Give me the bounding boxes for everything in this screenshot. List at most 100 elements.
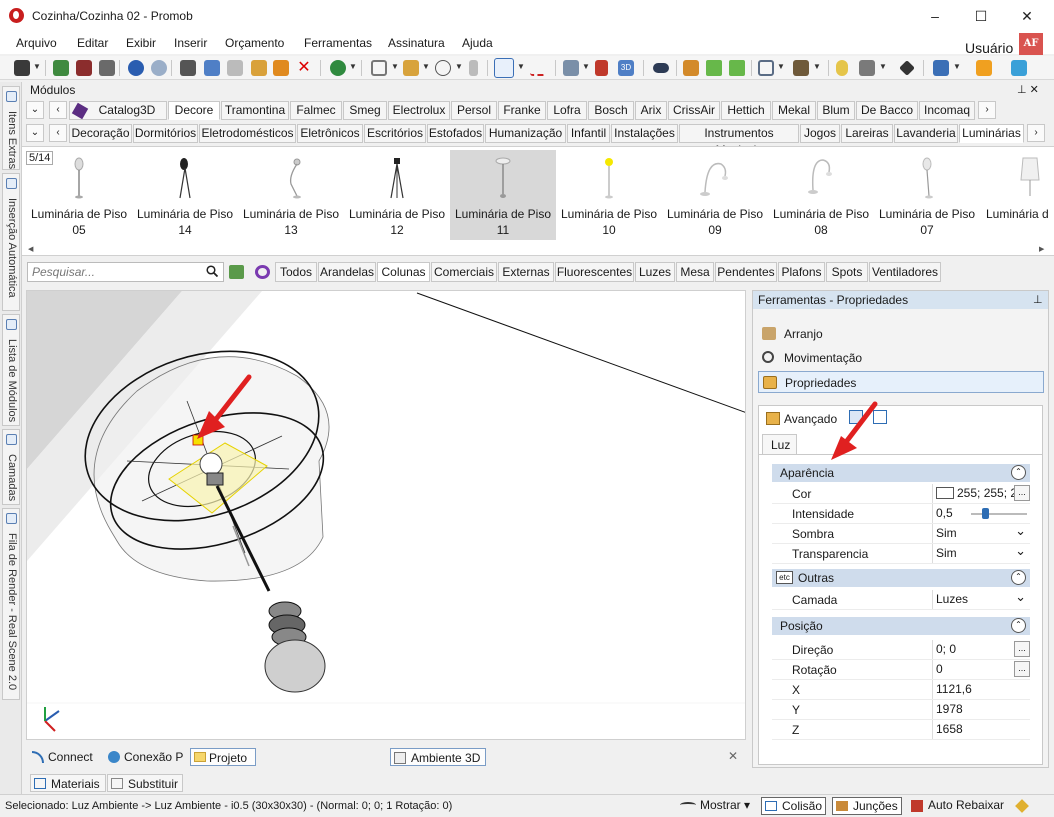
- tab-electrolux[interactable]: Electrolux: [388, 101, 450, 120]
- tab-luminarias[interactable]: Luminárias: [959, 124, 1024, 143]
- chevron-down-icon[interactable]: ▼: [33, 62, 41, 71]
- menu-arquivo[interactable]: Arquivo: [16, 36, 57, 50]
- tab-jogos[interactable]: Jogos: [800, 124, 840, 143]
- tab-projeto[interactable]: Projeto: [190, 748, 256, 766]
- z-value[interactable]: 1658: [932, 720, 1030, 739]
- section-aparencia[interactable]: Aparência ⌃: [772, 464, 1030, 482]
- filter-fluorescentes[interactable]: Fluorescentes: [555, 262, 634, 282]
- filter-externas[interactable]: Externas: [498, 262, 554, 282]
- catalog-item-06[interactable]: Luminária d06: [980, 150, 1054, 240]
- tool-movimentacao[interactable]: Movimentação: [758, 347, 1044, 369]
- chevron-down-icon[interactable]: ▼: [349, 62, 357, 71]
- catalog-item-13[interactable]: Luminária de Piso 13: [238, 150, 344, 240]
- chevron-down-icon[interactable]: ▼: [517, 62, 525, 71]
- chevron-left-icon[interactable]: ‹: [49, 124, 67, 142]
- camada-select[interactable]: Luzes: [932, 587, 1030, 609]
- catalog-item-14[interactable]: Luminária de Piso 14: [132, 150, 238, 240]
- menu-inserir[interactable]: Inserir: [174, 36, 207, 50]
- catalog-item-07[interactable]: Luminária de Piso 07: [874, 150, 980, 240]
- filter-comerciais[interactable]: Comerciais: [431, 262, 497, 282]
- select-cursor-icon[interactable]: [494, 58, 514, 78]
- ellipsis-button[interactable]: ...: [1014, 485, 1030, 501]
- tab-humanizacao[interactable]: Humanização: [485, 124, 566, 143]
- chevron-down-icon[interactable]: ▼: [813, 62, 821, 71]
- section-posicao[interactable]: Posição ⌃: [772, 617, 1030, 635]
- tab-connect[interactable]: Connect: [30, 748, 100, 766]
- menu-assinatura[interactable]: Assinatura: [388, 36, 445, 50]
- box-icon[interactable]: [793, 60, 809, 76]
- tab-blum[interactable]: Blum: [817, 101, 855, 120]
- close-tab-icon[interactable]: ✕: [728, 749, 738, 763]
- tab-crissair[interactable]: CrissAir: [668, 101, 720, 120]
- tab-bosch[interactable]: Bosch: [588, 101, 634, 120]
- lamp-3d-scene[interactable]: [27, 291, 746, 740]
- arrow-right-icon[interactable]: [729, 60, 745, 76]
- minimize-button[interactable]: –: [912, 0, 958, 32]
- layers-icon[interactable]: [563, 60, 579, 76]
- tab-persol[interactable]: Persol: [451, 101, 497, 120]
- y-value[interactable]: 1978: [932, 700, 1030, 719]
- tab-itens-extras[interactable]: Itens Extras: [2, 86, 20, 170]
- section-outras[interactable]: etc Outras ⌃: [772, 569, 1030, 587]
- show-menu-button[interactable]: Mostrar ▾: [680, 797, 750, 815]
- collapse-icon[interactable]: ⌃: [1011, 618, 1026, 633]
- cut-icon[interactable]: [180, 60, 196, 76]
- menu-orcamento[interactable]: Orçamento: [225, 36, 284, 50]
- tool-arranjo[interactable]: Arranjo: [758, 323, 1044, 345]
- tools-icon[interactable]: [1015, 799, 1029, 813]
- paste-icon[interactable]: [227, 60, 243, 76]
- user-label[interactable]: Usuário: [965, 40, 1013, 56]
- filter-mesa[interactable]: Mesa: [676, 262, 714, 282]
- tab-decore[interactable]: Decore: [168, 101, 220, 120]
- chevron-down-icon[interactable]: ⌄: [26, 124, 44, 142]
- pin-icon[interactable]: ⊥: [1033, 291, 1043, 309]
- tab-eletronicos[interactable]: Eletrônicos: [297, 124, 363, 143]
- chevron-down-icon[interactable]: ⌄: [26, 101, 44, 119]
- tab-decoracao[interactable]: Decoração: [69, 124, 132, 143]
- transparencia-select[interactable]: Sim: [932, 541, 1030, 563]
- dimension-icon[interactable]: [595, 60, 608, 76]
- panel-icon[interactable]: [469, 60, 478, 76]
- chat-icon[interactable]: [1011, 60, 1027, 76]
- tab-incomaq[interactable]: Incomaq: [919, 101, 975, 120]
- filter-spots[interactable]: Spots: [826, 262, 868, 282]
- tab-mekal[interactable]: Mekal: [772, 101, 816, 120]
- tab-arix[interactable]: Arix: [635, 101, 667, 120]
- light-icon[interactable]: [836, 60, 848, 76]
- chevron-down-icon[interactable]: ▼: [455, 62, 463, 71]
- x-value[interactable]: 1121,6: [932, 680, 1030, 699]
- auto-lower-button[interactable]: Auto Rebaixar: [908, 797, 1004, 815]
- render-icon[interactable]: [53, 60, 69, 76]
- tab-substituir[interactable]: Substituir: [107, 774, 183, 792]
- menu-exibir[interactable]: Exibir: [126, 36, 156, 50]
- tab-escritorios[interactable]: Escritórios: [364, 124, 426, 143]
- tab-ambiente-3d[interactable]: Ambiente 3D: [390, 748, 486, 766]
- eye-icon[interactable]: [653, 63, 669, 73]
- tab-infantil[interactable]: Infantil: [567, 124, 610, 143]
- measure-icon[interactable]: [530, 60, 546, 76]
- filter-pendentes[interactable]: Pendentes: [715, 262, 777, 282]
- tab-fila-render[interactable]: Fila de Render - Real Scene 2.0: [2, 508, 20, 700]
- tool-propriedades[interactable]: Propriedades: [758, 371, 1044, 393]
- tab-instalacoes[interactable]: Instalações: [611, 124, 678, 143]
- tab-lista-modulos[interactable]: Lista de Módulos: [2, 314, 20, 426]
- chevron-down-icon[interactable]: ▼: [422, 62, 430, 71]
- menu-editar[interactable]: Editar: [77, 36, 108, 50]
- user-avatar[interactable]: AF: [1019, 33, 1043, 55]
- scroll-right-icon[interactable]: ▶: [1039, 245, 1044, 253]
- filter-todos[interactable]: Todos: [275, 262, 317, 282]
- copy-icon[interactable]: [204, 60, 220, 76]
- catalog-item-05[interactable]: Luminária de Piso 05: [26, 150, 132, 240]
- rotacao-value[interactable]: 0...: [932, 660, 1030, 679]
- catalog-scrollbar[interactable]: ◀ ▶: [26, 245, 1050, 253]
- tab-smeg[interactable]: Smeg: [343, 101, 387, 120]
- chevron-right-icon[interactable]: ›: [978, 101, 996, 119]
- frame-icon[interactable]: [371, 60, 387, 76]
- menu-ferramentas[interactable]: Ferramentas: [304, 36, 372, 50]
- tab-lareiras[interactable]: Lareiras: [841, 124, 893, 143]
- close-button[interactable]: ✕: [1004, 0, 1050, 32]
- tab-materiais[interactable]: Materiais: [30, 774, 106, 792]
- ellipsis-button[interactable]: ...: [1014, 661, 1030, 677]
- user-icon[interactable]: [976, 60, 992, 76]
- tab-catalog3d[interactable]: Catalog3D: [69, 101, 167, 120]
